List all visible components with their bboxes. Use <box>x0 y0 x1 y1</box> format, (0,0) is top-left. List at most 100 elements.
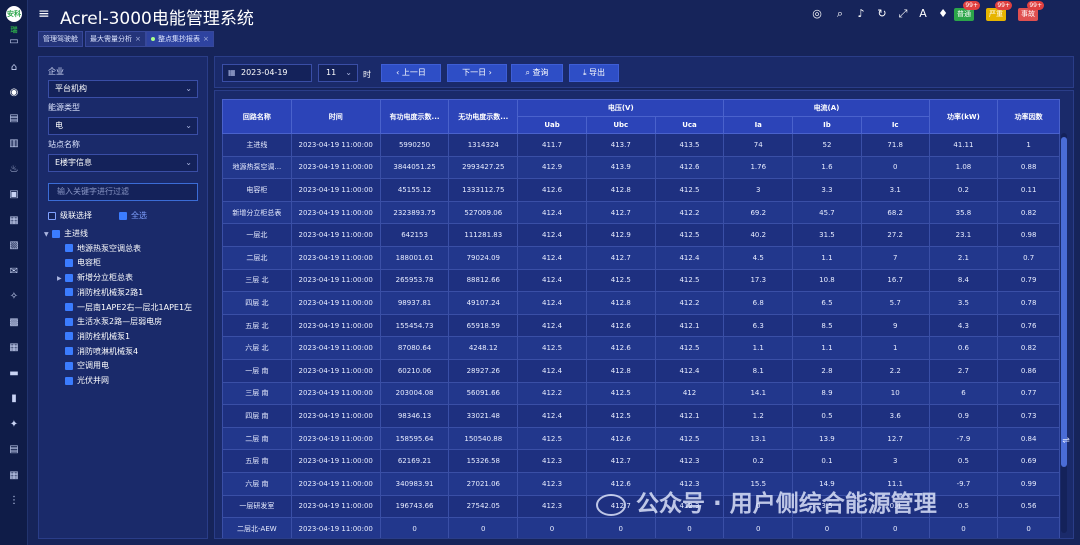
table-cell: 412.4 <box>517 268 587 293</box>
monitor-icon[interactable]: ▭ <box>7 35 21 48</box>
tree-node[interactable]: 光伏并网 <box>57 375 109 387</box>
help-icon[interactable]: ◎ <box>810 7 824 21</box>
tree-node[interactable]: 消防喷淋机械泵4 <box>57 346 138 358</box>
select-all-checkbox[interactable]: 全选 <box>119 210 147 221</box>
table-row[interactable]: 三层 北 2023-04-19 11:00:00 265953.78 88812.66… <box>222 268 1060 293</box>
caret-right-icon[interactable]: ▶ <box>57 273 65 285</box>
table-row[interactable]: 二层北 2023-04-19 11:00:00 188001.61 79024.09 4… <box>222 245 1060 270</box>
font-size-icon[interactable]: A <box>916 7 930 21</box>
table-row[interactable]: 二层 南 2023-04-19 11:00:00 158595.64 150540.8… <box>222 426 1060 451</box>
bell-icon[interactable]: ♪ <box>854 7 868 21</box>
refresh-icon[interactable]: ↻ <box>875 7 889 21</box>
table-icon[interactable]: ▦ <box>7 341 21 354</box>
query-button[interactable]: ⌕ 查询 <box>511 64 563 82</box>
tree-node[interactable]: 消防栓机械泵2路1 <box>57 287 143 299</box>
list-icon[interactable]: ▤ <box>7 443 21 456</box>
bulb-icon[interactable]: ✧ <box>7 290 21 303</box>
table-row[interactable]: 六层 北 2023-04-19 11:00:00 87080.64 4248.12 41… <box>222 336 1060 360</box>
table-row[interactable]: 一层 南 2023-04-19 11:00:00 60210.06 28927.26 4… <box>222 358 1060 383</box>
station-select[interactable]: E楼宇信息 ⌄ <box>48 154 198 172</box>
equipment-icon[interactable]: ▦ <box>7 469 21 482</box>
key-icon[interactable]: ✦ <box>7 418 21 431</box>
dashboard-icon[interactable]: ◉ <box>7 86 21 99</box>
energy-type-select[interactable]: 电 ⌄ <box>48 117 198 135</box>
close-icon[interactable]: × <box>135 35 141 43</box>
checkbox-checked-icon[interactable] <box>65 244 73 253</box>
report-icon[interactable]: ▣ <box>7 188 21 201</box>
checkbox-checked-icon[interactable] <box>65 273 73 282</box>
grid-icon[interactable]: ▦ <box>7 214 21 227</box>
checkbox-checked-icon[interactable] <box>65 258 73 267</box>
checkbox-checked-icon[interactable] <box>52 229 60 238</box>
column-settings-icon[interactable]: ⇌ <box>1060 436 1072 448</box>
home-icon[interactable]: ⌂ <box>7 61 21 74</box>
table-scrollbar[interactable] <box>1061 133 1067 533</box>
tab-dashboard[interactable]: 管理驾驶舱 <box>38 31 83 47</box>
tree-node[interactable]: ▶ 新增分立柜总表 <box>57 272 133 284</box>
checkbox-checked-icon[interactable] <box>65 332 73 341</box>
table-row[interactable]: 地源热泵空调... 2023-04-19 11:00:00 3844051.25 29… <box>222 155 1060 180</box>
table-cell: 10.8 <box>792 268 862 293</box>
checkbox-checked-icon[interactable] <box>65 361 73 370</box>
table-cell: 一层北 <box>222 223 292 247</box>
table-row[interactable]: 四层 北 2023-04-19 11:00:00 98937.81 49107.24 4… <box>222 291 1060 315</box>
table-row[interactable]: 五层 南 2023-04-19 11:00:00 62169.21 15326.58 4… <box>222 449 1060 473</box>
enterprise-select[interactable]: 平台机构 ⌄ <box>48 80 198 98</box>
alarm-icon[interactable]: ♨ <box>7 163 21 176</box>
table-row[interactable]: 一层北 2023-04-19 11:00:00 642153 111281.83 412… <box>222 223 1060 247</box>
checkbox-checked-icon[interactable] <box>65 376 73 385</box>
bottle-icon[interactable]: ▮ <box>7 392 21 405</box>
hour-select[interactable]: 11 ⌄ <box>318 64 358 82</box>
table-row[interactable]: 四层 南 2023-04-19 11:00:00 98346.13 33021.48 4… <box>222 404 1060 428</box>
tree-node[interactable]: 空调用电 <box>57 360 109 372</box>
checkbox-checked-icon[interactable] <box>65 303 73 311</box>
tree-node[interactable]: 地源热泵空调总表 <box>57 243 141 255</box>
document-icon[interactable]: ▤ <box>7 112 21 125</box>
table-row[interactable]: 电容柜 2023-04-19 11:00:00 45155.12 1333112.75… <box>222 178 1060 202</box>
fullscreen-icon[interactable]: ⤢ <box>896 7 910 21</box>
chart-icon[interactable]: ▥ <box>7 137 21 150</box>
table-row[interactable]: 二层北-AEW 2023-04-19 11:00:00 0 0 0 0 0 0 0 0 0 0 <box>222 517 1060 538</box>
table-row[interactable]: 三层 南 2023-04-19 11:00:00 203004.08 56091.66… <box>222 381 1060 406</box>
prev-day-button[interactable]: ‹ 上一日 <box>381 64 441 82</box>
cascade-checkbox[interactable]: 级联选择 <box>48 210 92 221</box>
table-row[interactable]: 新增分立柜总表 2023-04-19 11:00:00 2323893.75 5270… <box>222 200 1060 225</box>
tree-node[interactable]: 生活水泵2路—层弱电房 <box>57 316 162 328</box>
badge-count: 99+ <box>995 1 1012 10</box>
device-icon[interactable]: ▧ <box>7 239 21 252</box>
export-button[interactable]: ⤓ 导出 <box>569 64 619 82</box>
table-row[interactable]: 五层 北 2023-04-19 11:00:00 155454.73 65918.59… <box>222 313 1060 338</box>
tab-max-demand[interactable]: 最大需量分析 × <box>85 31 146 47</box>
tree-node[interactable]: 一层南1APE2右—层北1APE1左 <box>57 302 192 314</box>
message-icon[interactable]: ✉ <box>7 265 21 278</box>
header-power: 功率(kW) <box>928 99 999 134</box>
table-row[interactable]: 主进线 2023-04-19 11:00:00 5990250 1314324 411.… <box>222 133 1060 157</box>
search-icon[interactable]: ⌕ <box>833 7 847 21</box>
menu-toggle-icon[interactable]: ≡ <box>38 6 50 22</box>
checkbox-checked-icon[interactable] <box>65 317 73 326</box>
checkbox-checked-icon[interactable] <box>119 211 127 220</box>
scrollbar-thumb[interactable] <box>1061 137 1067 467</box>
doc-icon[interactable]: ▩ <box>7 316 21 329</box>
table-cell: 56091.66 <box>448 381 519 406</box>
more-icon[interactable]: ⋮ <box>7 494 21 507</box>
tab-hourly-report[interactable]: 整点集抄报表 × <box>146 31 214 47</box>
tree-node[interactable]: 电容柜 <box>57 257 101 269</box>
tree-node[interactable]: 消防栓机械泵1 <box>57 331 130 343</box>
checkbox-checked-icon[interactable] <box>65 347 73 356</box>
close-icon[interactable]: × <box>203 35 209 43</box>
next-day-button[interactable]: 下一日 › <box>447 64 507 82</box>
tree-node-label: 消防喷淋机械泵4 <box>77 346 139 356</box>
calendar-icon: ▦ <box>228 68 236 77</box>
alarm-badge[interactable]: 事故 99+ <box>1018 1 1044 21</box>
tree-node[interactable]: ▼ 主进线 <box>44 228 88 240</box>
checkbox-icon[interactable] <box>48 211 56 220</box>
checkbox-checked-icon[interactable] <box>65 288 73 297</box>
alarm-badge[interactable]: 严重 99+ <box>986 1 1012 21</box>
alarm-badge[interactable]: 普通 99+ <box>954 1 980 21</box>
keyword-filter-input[interactable]: 输入关键字进行过滤 <box>48 183 198 201</box>
theme-icon[interactable]: ♦ <box>936 7 950 21</box>
caret-down-icon[interactable]: ▼ <box>44 229 52 241</box>
date-picker[interactable]: ▦ 2023-04-19 <box>222 64 312 82</box>
monitor2-icon[interactable]: ▬ <box>7 367 21 380</box>
